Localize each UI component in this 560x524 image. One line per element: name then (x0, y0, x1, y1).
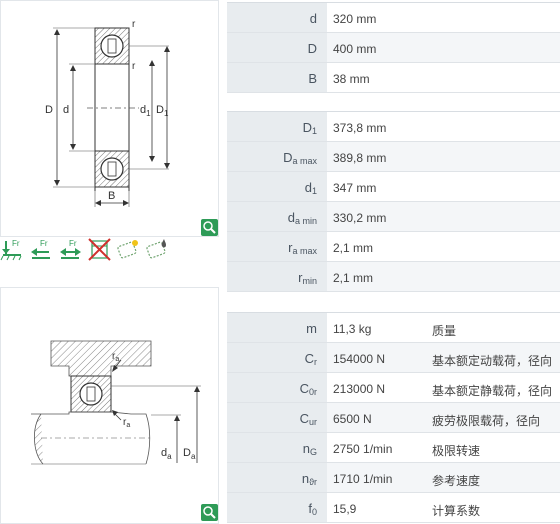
table-row: d1 347 mm (227, 172, 560, 202)
param-value: 400 mm (333, 42, 377, 56)
bearing-dimension-drawing: r r D d d1 D1 B (0, 0, 219, 237)
param-label: B (308, 71, 317, 86)
label-r-mid: r (132, 61, 136, 72)
table-row: nϑr 1710 1/min 参考速度 (227, 463, 560, 493)
label-da: da (161, 447, 172, 461)
param-value: 15,9 (333, 502, 357, 516)
svg-text:Fr: Fr (69, 239, 77, 248)
properties-table: m 11,3 kg 质量 Cr 154000 N 基本额定动载荷，径向 C0r … (227, 312, 560, 523)
table-row: C0r 213000 N 基本额定静载荷，径向 (227, 373, 560, 403)
svg-text:Fr: Fr (40, 239, 48, 248)
label-D: D (45, 104, 53, 116)
param-value: 330,2 mm (333, 211, 387, 225)
param-description: 基本额定静载荷，径向 (432, 384, 553, 398)
radial-load-left-icon[interactable]: Fr (29, 237, 54, 262)
abutment-dimension-drawing: ra ra da Da (0, 287, 219, 524)
param-label: D1 (302, 120, 317, 136)
param-value: 347 mm (333, 181, 377, 195)
param-description: 基本额定动载荷，径向 (432, 354, 553, 368)
param-value: 1710 1/min (333, 472, 393, 486)
label-Da: Da (183, 447, 196, 461)
table-row: D1 373,8 mm (227, 112, 560, 142)
param-value: 6500 N (333, 412, 372, 426)
table-row: Da max 389,8 mm (227, 142, 560, 172)
param-value: 213000 N (333, 382, 386, 396)
param-value: 11,3 kg (333, 322, 372, 336)
param-label: nG (302, 441, 317, 457)
param-label: rmin (298, 270, 317, 286)
table-row: da min 330,2 mm (227, 202, 560, 232)
table-row: rmin 2,1 mm (227, 262, 560, 292)
table-row: m 11,3 kg 质量 (227, 313, 560, 343)
table-row: f0 15,9 计算系数 (227, 493, 560, 523)
table-row: D 400 mm (227, 33, 560, 63)
param-value: 38 mm (333, 72, 370, 86)
label-d: d (63, 104, 69, 116)
param-label: Cur (299, 411, 317, 427)
param-label: ra max (288, 240, 317, 256)
main-dimensions-table: d 320 mm D 400 mm B 38 mm (227, 2, 560, 93)
not-suitable-icon[interactable] (87, 237, 112, 262)
param-description: 极限转速 (432, 444, 481, 458)
radial-load-both-icon[interactable]: Fr (58, 237, 83, 262)
table-row: d 320 mm (227, 3, 560, 33)
svg-text:Fr: Fr (12, 239, 20, 248)
label-B: B (108, 190, 115, 202)
param-label: d (309, 11, 317, 26)
table-row: B 38 mm (227, 63, 560, 93)
param-label: da min (287, 210, 317, 226)
param-description: 疲劳极限载荷，径向 (432, 414, 541, 428)
zoom-icon[interactable] (201, 504, 218, 521)
table-row: Cr 154000 N 基本额定动载荷，径向 (227, 343, 560, 373)
table-row: ra max 2,1 mm (227, 232, 560, 262)
param-label: Da max (283, 150, 317, 166)
param-label: Cr (304, 351, 317, 367)
bearing-feature-icons: Fr Fr Fr (0, 237, 170, 262)
param-label: m (306, 321, 317, 336)
zoom-icon[interactable] (201, 219, 218, 236)
table-row: Cur 6500 N 疲劳极限载荷，径向 (227, 403, 560, 433)
table-row: nG 2750 1/min 极限转速 (227, 433, 560, 463)
param-value: 2750 1/min (333, 442, 393, 456)
label-d1: d1 (140, 104, 151, 118)
param-description: 计算系数 (432, 504, 481, 518)
param-label: D (307, 41, 317, 56)
param-description: 参考速度 (432, 474, 481, 488)
sealed-lubricated-icon[interactable] (116, 237, 141, 262)
param-label: C0r (299, 381, 317, 397)
label-r-top: r (132, 19, 136, 30)
param-description: 质量 (432, 324, 457, 338)
param-label: f0 (308, 501, 317, 517)
param-value: 389,8 mm (333, 151, 387, 165)
param-label: nϑr (301, 471, 317, 487)
label-ra-bottom: ra (123, 417, 130, 429)
param-value: 2,1 mm (333, 271, 374, 285)
param-value: 154000 N (333, 352, 386, 366)
param-value: 2,1 mm (333, 241, 374, 255)
param-value: 373,8 mm (333, 121, 387, 135)
param-value: 320 mm (333, 12, 377, 26)
param-label: d1 (304, 180, 317, 196)
fixed-bearing-icon[interactable]: Fr (0, 237, 25, 262)
oil-lubrication-icon[interactable] (145, 237, 170, 262)
abutment-dimensions-table: D1 373,8 mm Da max 389,8 mm d1 347 mm da… (227, 111, 560, 292)
